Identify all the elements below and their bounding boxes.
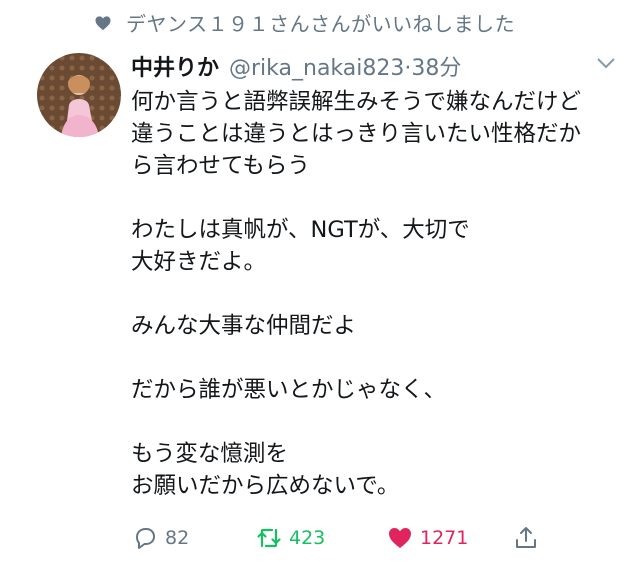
retweet-icon bbox=[257, 528, 281, 548]
tweet-text: 何か言うと語弊誤解生みそうで嫌なんだけど 違うことは違うとはっきり言いたい性格だ… bbox=[131, 86, 626, 502]
like-count: 1271 bbox=[420, 527, 469, 549]
chevron-down-icon[interactable] bbox=[596, 56, 616, 70]
share-icon bbox=[516, 527, 536, 548]
tweet-line: ら言わせてもらう bbox=[131, 153, 310, 179]
tweet-line: 大好きだよ。 bbox=[131, 249, 267, 275]
retweet-button[interactable]: 423 bbox=[255, 524, 325, 552]
reply-icon bbox=[136, 528, 155, 549]
tweet-line: 何か言うと語弊誤解生みそうで嫌なんだけど bbox=[131, 89, 582, 115]
tweet-line: わたしは真帆が、NGTが、大切で bbox=[131, 217, 470, 243]
social-context-text: デヤンス１９１さんさんがいいねしました bbox=[126, 12, 516, 36]
reply-count: 82 bbox=[165, 527, 190, 549]
like-button[interactable]: 1271 bbox=[386, 524, 468, 552]
tweet-actions: 82 423 1271 bbox=[131, 524, 611, 560]
social-context: デヤンス１９１さんさんがいいねしました bbox=[94, 8, 515, 37]
tweet-line: 違うことは違うとはっきり言いたい性格だか bbox=[131, 121, 582, 147]
avatar[interactable] bbox=[37, 53, 121, 137]
retweet-count: 423 bbox=[289, 527, 326, 549]
tweet-line: お願いだから広めないで。 bbox=[131, 473, 400, 499]
tweet-header: 中井りか @rika_nakai823 · 38分 bbox=[131, 50, 461, 82]
timestamp[interactable]: 38分 bbox=[411, 50, 461, 82]
display-name[interactable]: 中井りか bbox=[131, 50, 219, 82]
share-button[interactable] bbox=[512, 524, 546, 552]
avatar-image bbox=[37, 53, 121, 137]
reply-button[interactable]: 82 bbox=[131, 524, 189, 552]
tweet-line: みんな大事な仲間だよ bbox=[131, 313, 357, 339]
tweet-line: もう変な憶測を bbox=[131, 441, 288, 467]
heart-icon bbox=[95, 15, 111, 30]
separator: · bbox=[404, 56, 412, 81]
tweet-line: だから誰が悪いとかじゃなく、 bbox=[131, 377, 447, 403]
like-icon bbox=[389, 528, 411, 548]
user-handle[interactable]: @rika_nakai823 bbox=[229, 56, 404, 81]
